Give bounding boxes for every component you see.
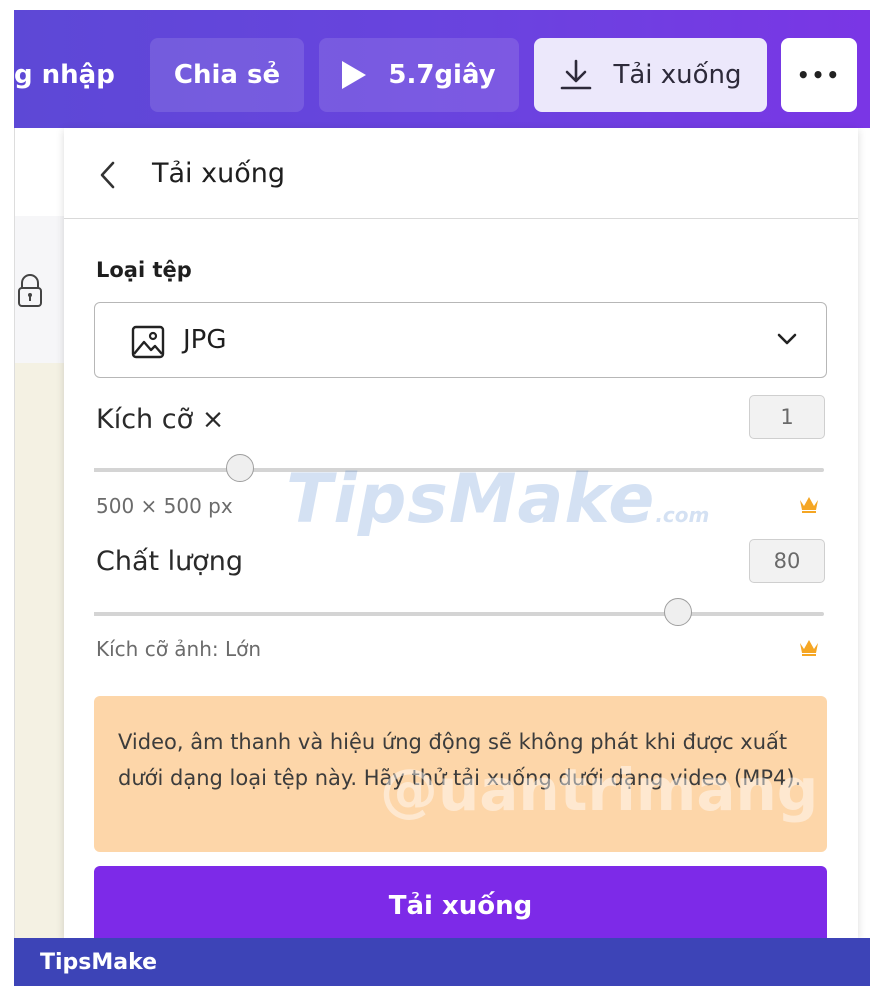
download-icon: [561, 59, 592, 90]
file-type-select[interactable]: JPG: [94, 302, 827, 378]
top-toolbar: g nhập Chia sẻ 5.7giây Tải xuống •••: [14, 10, 870, 128]
download-toolbar-button[interactable]: Tải xuống: [534, 38, 767, 112]
more-icon: •••: [796, 63, 842, 87]
quality-input[interactable]: 80: [749, 539, 825, 583]
quality-slider-thumb[interactable]: [664, 598, 692, 626]
share-button-label: Chia sẻ: [173, 60, 281, 90]
play-duration-label: 5.7giây: [388, 60, 496, 90]
download-button-label: Tải xuống: [388, 891, 533, 921]
play-button[interactable]: 5.7giây: [319, 38, 519, 112]
quality-slider-fill: [94, 612, 678, 616]
footer-brand: TipsMake: [40, 950, 158, 975]
file-type-value: JPG: [183, 325, 227, 355]
share-button[interactable]: Chia sẻ: [150, 38, 304, 112]
size-multiplier-input[interactable]: 1: [749, 395, 825, 439]
design-canvas[interactable]: [15, 363, 65, 938]
crown-icon: [800, 640, 818, 656]
quality-slider[interactable]: [94, 598, 824, 626]
chevron-down-icon: [777, 333, 797, 345]
chevron-left-icon[interactable]: [98, 160, 118, 190]
quality-label: Chất lượng: [96, 546, 244, 577]
download-button[interactable]: Tải xuống: [94, 866, 827, 946]
login-button[interactable]: g nhập: [14, 38, 140, 112]
play-icon: [342, 61, 367, 89]
tipsmake-watermark-text: TipsMake: [286, 460, 656, 539]
login-button-label: g nhập: [14, 60, 115, 90]
tipsmake-watermark: TipsMake.com: [286, 460, 709, 539]
file-type-label: Loại tệp: [96, 258, 192, 282]
editor-canvas-strip: [14, 128, 65, 938]
image-icon: [131, 325, 165, 359]
quantrimang-watermark: @uantrimang: [380, 756, 819, 824]
size-slider-thumb[interactable]: [226, 454, 254, 482]
app-window: g nhập Chia sẻ 5.7giây Tải xuống ••• Tải…: [0, 0, 870, 986]
more-options-button[interactable]: •••: [781, 38, 857, 112]
bottom-brand-bar: TipsMake: [14, 938, 870, 986]
panel-header: Tải xuống: [64, 128, 858, 219]
tipsmake-watermark-suffix: .com: [655, 503, 710, 527]
size-dimensions: 500 × 500 px: [96, 494, 233, 518]
download-toolbar-label: Tải xuống: [613, 60, 742, 90]
crown-icon: [800, 497, 818, 513]
panel-title: Tải xuống: [152, 158, 285, 189]
lock-icon[interactable]: [17, 274, 43, 308]
size-slider-fill: [94, 468, 240, 472]
size-label: Kích cỡ ×: [96, 404, 225, 435]
image-size-label: Kích cỡ ảnh: Lớn: [96, 637, 262, 661]
